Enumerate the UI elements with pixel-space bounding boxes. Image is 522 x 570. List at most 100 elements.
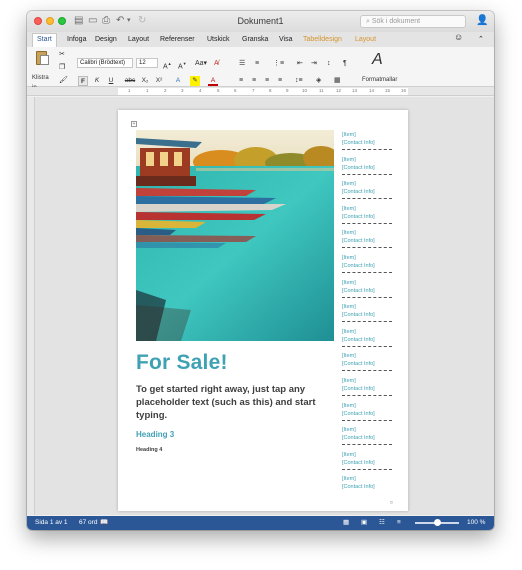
table-move-handle-icon[interactable]: + — [131, 121, 137, 127]
tear-off-item[interactable]: [Item] — [342, 180, 392, 188]
styles-button[interactable]: A Formatmallar — [362, 51, 402, 85]
tear-off-contact[interactable]: [Contact Info] — [342, 483, 392, 491]
tab-table-layout[interactable]: Layout — [355, 34, 376, 45]
increase-indent-icon[interactable]: ⇥ — [311, 59, 317, 69]
tear-off-item[interactable]: [Item] — [342, 303, 392, 311]
heading-3[interactable]: Heading 3 — [136, 430, 174, 440]
paste-button[interactable]: Klistra in — [32, 49, 54, 91]
collapse-ribbon-icon[interactable]: ⌃ — [478, 34, 484, 45]
word-count[interactable]: 67 ord — [79, 516, 97, 530]
tear-off-item[interactable]: [Item] — [342, 451, 392, 459]
tab-layout[interactable]: Layout — [128, 34, 149, 45]
change-case-icon[interactable]: Aa▾ — [195, 59, 207, 69]
tear-off-item[interactable]: [Item] — [342, 377, 392, 385]
tear-off-contact[interactable]: [Contact Info] — [342, 237, 392, 245]
tear-off-item[interactable]: [Item] — [342, 229, 392, 237]
tear-off-contact[interactable]: [Contact Info] — [342, 262, 392, 270]
tear-off-strip[interactable]: [Item] [Contact Info] — [342, 451, 392, 470]
draft-view-icon[interactable]: ≡ — [397, 516, 401, 530]
tear-off-strip[interactable]: [Item] [Contact Info] — [342, 303, 392, 323]
proofing-icon[interactable]: 📖 — [100, 516, 108, 530]
tear-off-item[interactable]: [Item] — [342, 205, 392, 213]
shrink-font-icon[interactable]: A▼ — [178, 59, 187, 72]
tear-off-strip[interactable]: [Item] [Contact Info] — [342, 131, 392, 150]
italic-button[interactable]: K — [92, 76, 102, 86]
decrease-indent-icon[interactable]: ⇤ — [297, 59, 303, 69]
tear-off-strip[interactable]: [Item] [Contact Info] — [342, 328, 392, 347]
tear-off-strip[interactable]: [Item] [Contact Info] — [342, 426, 392, 446]
tear-off-strip[interactable]: [Item] [Contact Info] — [342, 279, 392, 298]
justify-icon[interactable]: ≡ — [278, 76, 282, 86]
tear-off-contact[interactable]: [Contact Info] — [342, 164, 392, 172]
smiley-feedback-icon[interactable]: ☺ — [454, 32, 463, 43]
align-center-icon[interactable]: ≡ — [252, 76, 256, 86]
borders-icon[interactable]: ▦ — [334, 76, 341, 86]
tear-off-strip[interactable]: [Item] [Contact Info] — [342, 475, 392, 491]
tear-off-contact[interactable]: [Contact Info] — [342, 410, 392, 418]
tear-off-item[interactable]: [Item] — [342, 279, 392, 287]
tear-off-item[interactable]: [Item] — [342, 402, 392, 410]
horizontal-ruler[interactable]: 1 1 2 3 4 5 6 7 8 9 10 11 12 13 14 15 16 — [27, 87, 494, 96]
tab-start[interactable]: Start — [32, 33, 57, 47]
tear-off-contact[interactable]: [Contact Info] — [342, 385, 392, 393]
bullets-icon[interactable]: ☰ — [239, 59, 245, 69]
tear-off-strip[interactable]: [Item] [Contact Info] — [342, 180, 392, 200]
tear-off-contact[interactable]: [Contact Info] — [342, 459, 392, 467]
show-formatting-icon[interactable]: ¶ — [343, 59, 347, 69]
font-color-icon[interactable]: A — [208, 76, 218, 86]
tear-off-strip[interactable]: [Item] [Contact Info] — [342, 254, 392, 273]
tear-off-contact[interactable]: [Contact Info] — [342, 311, 392, 319]
tear-off-item[interactable]: [Item] — [342, 475, 392, 483]
tear-off-strip[interactable]: [Item] [Contact Info] — [342, 402, 392, 421]
underline-button[interactable]: U — [106, 76, 116, 86]
tear-off-contact[interactable]: [Contact Info] — [342, 188, 392, 196]
vertical-ruler[interactable] — [27, 97, 35, 515]
format-painter-icon[interactable]: 🖌 — [59, 76, 68, 86]
flyer-intro-text[interactable]: To get started right away, just tap any … — [136, 383, 326, 422]
tear-off-item[interactable]: [Item] — [342, 156, 392, 164]
tab-granska[interactable]: Granska — [242, 34, 268, 45]
share-user-icon[interactable]: 👤 — [476, 15, 488, 27]
tear-off-item[interactable]: [Item] — [342, 352, 392, 360]
copy-icon[interactable]: ❐ — [59, 63, 65, 73]
print-layout-view-icon[interactable]: ▦ — [343, 516, 349, 530]
highlight-color-icon[interactable]: ✎ — [190, 76, 200, 86]
cut-icon[interactable]: ✂ — [59, 50, 65, 60]
align-right-icon[interactable]: ≡ — [265, 76, 269, 86]
document-canvas[interactable]: + For Sale! To get started right away, j… — [27, 97, 494, 515]
sort-icon[interactable]: ↕ — [327, 59, 331, 69]
tear-off-contact[interactable]: [Contact Info] — [342, 213, 392, 221]
tear-off-strip[interactable]: [Item] [Contact Info] — [342, 229, 392, 249]
tab-design[interactable]: Design — [95, 34, 117, 45]
tab-visa[interactable]: Visa — [279, 34, 293, 45]
document-page[interactable]: + For Sale! To get started right away, j… — [118, 110, 408, 511]
line-spacing-icon[interactable]: ↕≡ — [295, 76, 303, 86]
tab-referenser[interactable]: Referenser — [160, 34, 195, 45]
align-left-icon[interactable]: ≡ — [239, 76, 243, 86]
text-effects-icon[interactable]: A — [173, 76, 183, 86]
tear-off-item[interactable]: [Item] — [342, 328, 392, 336]
page-count[interactable]: Sida 1 av 1 — [35, 516, 68, 530]
strikethrough-button[interactable]: abc — [123, 76, 137, 86]
bold-button[interactable]: F — [78, 76, 88, 86]
tear-off-item[interactable]: [Item] — [342, 254, 392, 262]
tear-off-strip[interactable]: [Item] [Contact Info] — [342, 377, 392, 396]
tear-off-contact[interactable]: [Contact Info] — [342, 336, 392, 344]
tear-off-contact[interactable]: [Contact Info] — [342, 139, 392, 147]
web-layout-view-icon[interactable]: ▣ — [361, 516, 367, 530]
subscript-button[interactable]: X₂ — [140, 76, 150, 86]
search-document-input[interactable]: ⌕ Sök i dokument — [360, 15, 466, 28]
zoom-level[interactable]: 100 % — [467, 516, 485, 530]
clear-formatting-icon[interactable]: A̸ — [214, 59, 219, 69]
tab-tabelldesign[interactable]: Tabelldesign — [303, 34, 342, 45]
font-name-select[interactable]: Calibri (Brödtext) — [77, 58, 133, 68]
tab-utskick[interactable]: Utskick — [207, 34, 230, 45]
tear-off-strip[interactable]: [Item] [Contact Info] — [342, 352, 392, 372]
numbering-icon[interactable]: ≡ — [255, 59, 259, 69]
tear-off-item[interactable]: [Item] — [342, 426, 392, 434]
tear-off-strip[interactable]: [Item] [Contact Info] — [342, 156, 392, 175]
tear-off-contact[interactable]: [Contact Info] — [342, 360, 392, 368]
superscript-button[interactable]: X² — [154, 76, 164, 86]
zoom-slider-thumb[interactable] — [434, 519, 441, 526]
heading-4[interactable]: Heading 4 — [136, 447, 162, 454]
